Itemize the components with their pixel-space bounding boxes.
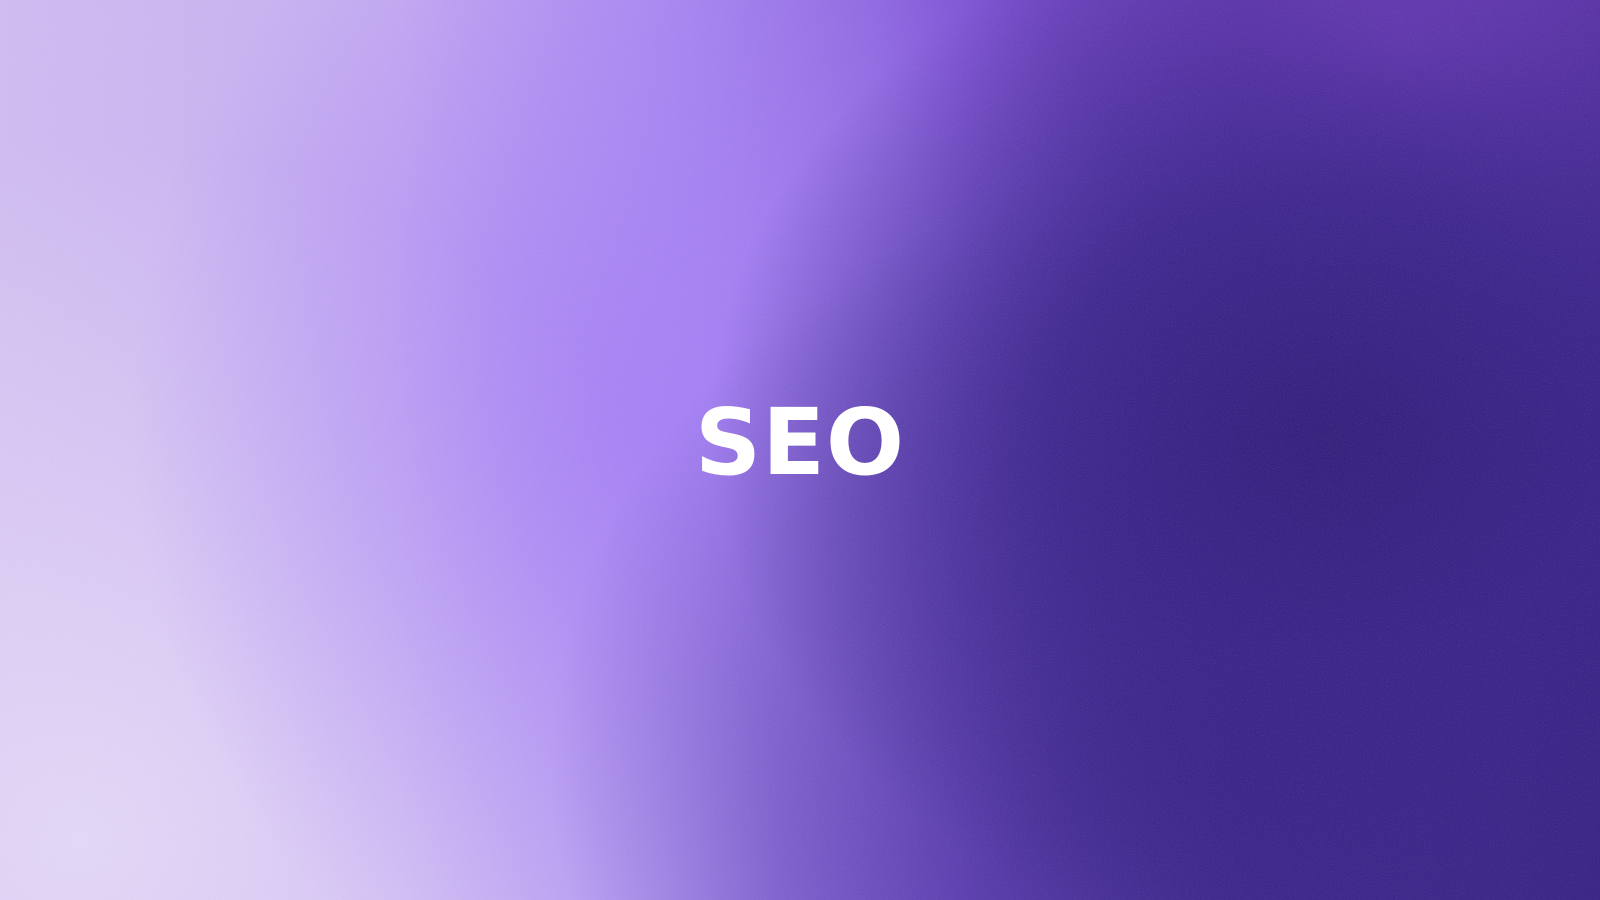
banner-title: SEO <box>694 389 906 496</box>
gradient-banner: SEO <box>0 0 1600 900</box>
